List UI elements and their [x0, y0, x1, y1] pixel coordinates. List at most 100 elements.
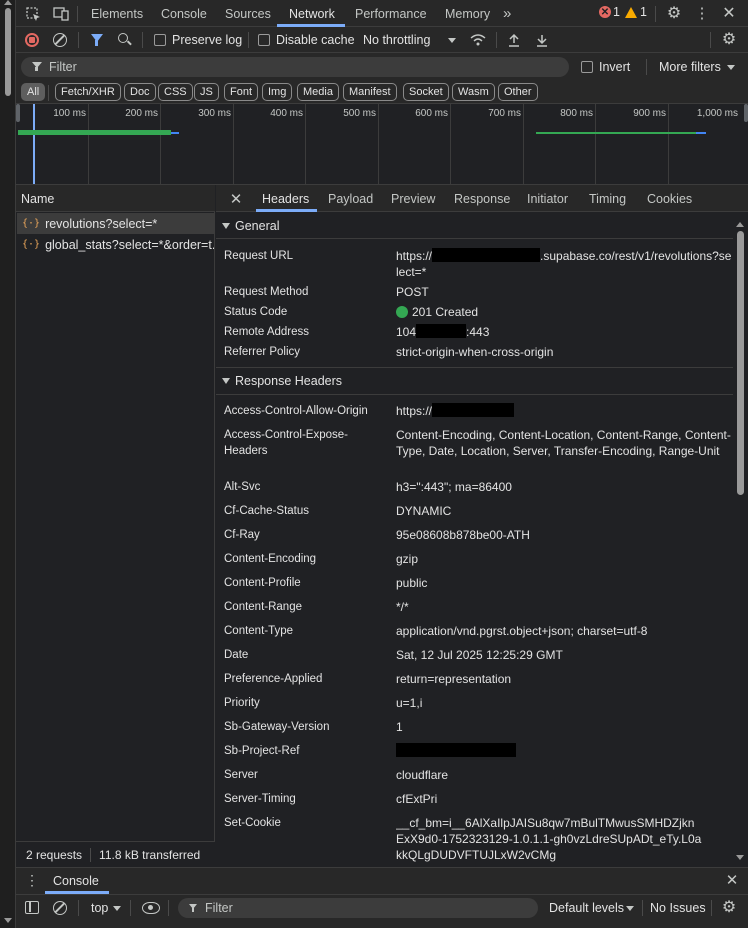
header-key: Content-Encoding — [224, 553, 317, 565]
scroll-up-arrow[interactable] — [736, 222, 744, 227]
error-count[interactable]: 1 — [613, 5, 620, 19]
divider — [642, 900, 643, 916]
filter-input[interactable] — [21, 57, 569, 77]
type-filter-fetch-xhr[interactable]: Fetch/XHR — [55, 83, 121, 101]
warning-icon[interactable] — [625, 7, 637, 18]
tab-network[interactable]: Network — [289, 0, 335, 27]
close-detail-icon[interactable]: ✕ — [227, 190, 245, 208]
timeline-tick: 400 ms — [270, 108, 303, 119]
tab-cookies[interactable]: Cookies — [647, 185, 692, 212]
type-filter-socket[interactable]: Socket — [403, 83, 449, 101]
scroll-down-arrow[interactable] — [736, 855, 744, 860]
tab-payload[interactable]: Payload — [328, 185, 373, 212]
tab-console[interactable]: Console — [161, 0, 207, 27]
details-scroll-thumb[interactable] — [737, 231, 744, 495]
disable-cache-label[interactable]: Disable cache — [276, 33, 355, 47]
divider — [216, 394, 733, 395]
gear-icon[interactable]: ⚙ — [665, 4, 683, 22]
type-filter-doc[interactable]: Doc — [124, 83, 156, 101]
chevron-down-icon[interactable] — [113, 906, 121, 911]
remote-address-value: 104:443 — [396, 324, 734, 340]
drawer-menu-icon[interactable]: ⋮ — [24, 871, 40, 889]
type-filter-css[interactable]: CSS — [158, 83, 193, 101]
header-key: Set-Cookie — [224, 817, 281, 829]
type-filter-font[interactable]: Font — [224, 83, 259, 101]
import-har-icon[interactable] — [505, 31, 523, 49]
tab-timing[interactable]: Timing — [589, 185, 626, 212]
tab-performance[interactable]: Performance — [355, 0, 427, 27]
console-settings-icon[interactable]: ⚙ — [720, 898, 738, 916]
network-settings-icon[interactable]: ⚙ — [720, 30, 738, 48]
chevron-down-icon[interactable] — [448, 38, 456, 43]
invert-label[interactable]: Invert — [599, 60, 630, 74]
type-filter-other[interactable]: Other — [498, 83, 538, 101]
header-key: Referrer Policy — [224, 346, 301, 358]
type-filter-media[interactable]: Media — [297, 83, 339, 101]
drawer-tab-console[interactable]: Console — [53, 874, 99, 888]
close-devtools-icon[interactable]: ✕ — [720, 4, 738, 22]
type-filter-wasm[interactable]: Wasm — [452, 83, 495, 101]
record-stop-icon[interactable] — [25, 33, 39, 47]
type-filter-js[interactable]: JS — [194, 83, 219, 101]
xhr-icon: {·} — [22, 239, 41, 250]
timeline-right-handle[interactable] — [744, 104, 748, 122]
active-tab-indicator — [256, 209, 317, 212]
divider — [216, 367, 733, 368]
tab-headers[interactable]: Headers — [262, 185, 309, 212]
export-har-icon[interactable] — [533, 31, 551, 49]
preserve-log-label[interactable]: Preserve log — [172, 33, 242, 47]
device-toolbar-icon[interactable] — [52, 5, 70, 23]
scroll-up-arrow[interactable] — [4, 0, 12, 5]
sidebar-toggle-icon[interactable] — [25, 901, 39, 914]
scroll-down-arrow[interactable] — [4, 918, 12, 923]
timeline-tick: 700 ms — [488, 108, 521, 119]
clear-icon[interactable] — [53, 33, 67, 47]
address-suffix: :443 — [466, 325, 490, 339]
preserve-log-checkbox[interactable] — [154, 34, 166, 46]
header-value: Content-Encoding, Content-Location, Cont… — [396, 428, 731, 458]
request-row[interactable]: {·} revolutions?select=* — [17, 213, 214, 234]
tab-sources[interactable]: Sources — [225, 0, 271, 27]
header-key: Content-Type — [224, 625, 294, 637]
tab-response[interactable]: Response — [454, 185, 510, 212]
timeline-tick: 1,000 ms — [696, 108, 738, 119]
request-url-value: https://.supabase.co/rest/v1/revolutions… — [396, 248, 734, 280]
timeline-left-handle[interactable] — [16, 104, 20, 122]
page-scroll-thumb[interactable] — [5, 8, 11, 96]
general-section-header[interactable]: General — [216, 214, 733, 238]
divider — [655, 6, 656, 22]
tab-elements[interactable]: Elements — [91, 0, 143, 27]
tab-initiator[interactable]: Initiator — [527, 185, 568, 212]
timeline-tick: 900 ms — [633, 108, 666, 119]
chevron-down-icon[interactable] — [727, 65, 735, 70]
clear-console-icon[interactable] — [53, 901, 67, 915]
divider — [248, 32, 249, 48]
context-select[interactable]: top — [91, 901, 108, 915]
header-key: Access-Control-Expose-Headers — [224, 429, 348, 457]
throttling-select[interactable]: No throttling — [363, 33, 430, 47]
live-expression-eye-icon[interactable] — [142, 902, 160, 914]
request-row[interactable]: {·} global_stats?select=*&order=t... — [17, 234, 214, 255]
disable-cache-checkbox[interactable] — [258, 34, 270, 46]
type-filter-manifest[interactable]: Manifest — [343, 83, 397, 101]
inspect-element-icon[interactable] — [24, 5, 42, 23]
request-name: revolutions?select=* — [45, 216, 158, 231]
warning-count[interactable]: 1 — [640, 5, 647, 19]
more-tabs-icon[interactable]: » — [503, 0, 511, 27]
page-scrollbar[interactable] — [0, 0, 16, 928]
error-icon[interactable]: ✕ — [599, 6, 611, 18]
type-filter-img[interactable]: Img — [262, 83, 293, 101]
issues-count[interactable]: No Issues — [650, 901, 706, 915]
invert-checkbox[interactable] — [581, 61, 593, 73]
tab-memory[interactable]: Memory — [445, 0, 490, 27]
log-levels-select[interactable]: Default levels — [549, 901, 624, 915]
tab-preview[interactable]: Preview — [391, 185, 435, 212]
chevron-down-icon[interactable] — [626, 906, 634, 911]
close-drawer-icon[interactable]: ✕ — [723, 871, 741, 889]
type-filter-all[interactable]: All — [21, 83, 46, 101]
response-headers-section-header[interactable]: Response Headers — [216, 369, 733, 393]
kebab-menu-icon[interactable]: ⋮ — [693, 4, 711, 22]
network-conditions-icon[interactable] — [468, 31, 488, 49]
more-filters-button[interactable]: More filters — [659, 60, 721, 74]
timeline-tick: 500 ms — [343, 108, 376, 119]
